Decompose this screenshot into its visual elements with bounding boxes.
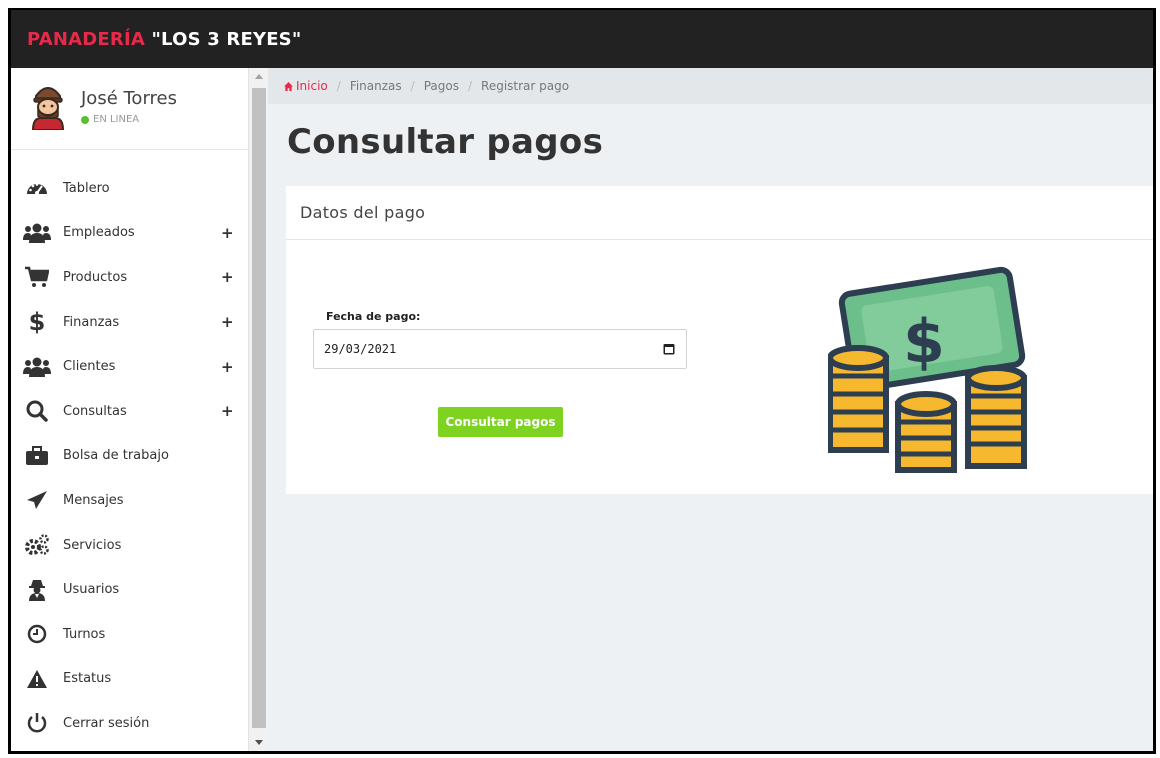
breadcrumb-finanzas[interactable]: Finanzas (350, 79, 402, 93)
coin-stack-right (965, 365, 1027, 469)
gears-icon (23, 533, 51, 557)
panel-header: Datos del pago (286, 186, 1153, 240)
date-field[interactable]: 29/03/2021 (313, 329, 687, 369)
brand-logo[interactable]: PANADERÍA "LOS 3 REYES" (27, 29, 301, 50)
top-navbar: PANADERÍA "LOS 3 REYES" (11, 10, 1153, 68)
scrollbar-thumb[interactable] (252, 88, 266, 728)
expand-icon[interactable]: + (221, 268, 234, 286)
search-icon (23, 399, 51, 423)
breadcrumb-separator: / (467, 79, 473, 93)
sidebar-item-usuarios[interactable]: Usuarios (11, 567, 248, 612)
sidebar-item-label: Estatus (63, 671, 112, 687)
cart-icon (23, 265, 51, 289)
sidebar-item-label: Tablero (63, 180, 110, 196)
sidebar-menu: Tablero Empleados + Productos + $ Finanz… (11, 150, 248, 746)
scroll-up-icon[interactable] (255, 74, 263, 79)
breadcrumb-separator: / (410, 79, 415, 93)
sidebar-item-label: Mensajes (63, 492, 124, 508)
payment-panel: Datos del pago Fecha de pago: 29/03/2021… (286, 186, 1153, 494)
sidebar-item-consultas[interactable]: Consultas + (11, 389, 248, 434)
avatar (31, 87, 65, 130)
consultar-pagos-button[interactable]: Consultar pagos (438, 407, 563, 437)
sidebar-item-label: Consultas (63, 403, 127, 419)
breadcrumb-home-label: Inicio (296, 79, 328, 93)
breadcrumb: Inicio / Finanzas / Pagos / Registrar pa… (268, 68, 1153, 104)
dashboard-icon (23, 176, 51, 200)
main-content: Inicio / Finanzas / Pagos / Registrar pa… (268, 68, 1153, 751)
home-icon (284, 81, 293, 91)
coin-stack-middle (895, 391, 957, 473)
sidebar-item-estatus[interactable]: Estatus (11, 657, 248, 702)
user-panel: José Torres EN LINEA (11, 68, 248, 150)
sidebar-item-productos[interactable]: Productos + (11, 255, 248, 300)
expand-icon[interactable]: + (221, 402, 234, 420)
calendar-icon[interactable] (663, 343, 675, 355)
brand-name: PANADERÍA (27, 28, 145, 50)
sidebar: José Torres EN LINEA Tablero Empleados + (11, 68, 249, 751)
app: PANADERÍA "LOS 3 REYES" José Torres EN L… (11, 10, 1153, 751)
sidebar-item-label: Cerrar sesión (63, 715, 150, 731)
briefcase-icon (23, 444, 51, 468)
sidebar-item-label: Bolsa de trabajo (63, 448, 169, 464)
power-icon (23, 711, 51, 735)
sidebar-item-label: Empleados (63, 225, 135, 241)
sidebar-item-label: Servicios (63, 537, 122, 553)
sidebar-item-tablero[interactable]: Tablero (11, 166, 248, 211)
sidebar-item-mensajes[interactable]: Mensajes (11, 478, 248, 523)
date-value: 29/03/2021 (324, 342, 397, 356)
sidebar-item-cerrar-sesion[interactable]: Cerrar sesión (11, 701, 248, 746)
breadcrumb-home[interactable]: Inicio (284, 79, 328, 93)
expand-icon[interactable]: + (221, 313, 234, 331)
money-illustration: $ (828, 266, 1027, 473)
window-frame: PANADERÍA "LOS 3 REYES" José Torres EN L… (8, 8, 1156, 754)
date-label: Fecha de pago: (326, 310, 421, 323)
sidebar-item-label: Clientes (63, 359, 116, 375)
sidebar-item-label: Turnos (63, 626, 106, 642)
users-icon (23, 355, 51, 379)
page-title: Consultar pagos (287, 122, 604, 162)
sidebar-item-label: Finanzas (63, 314, 120, 330)
sidebar-item-empleados[interactable]: Empleados + (11, 211, 248, 256)
sidebar-item-bolsa-de-trabajo[interactable]: Bolsa de trabajo (11, 434, 248, 479)
sidebar-item-finanzas[interactable]: $ Finanzas + (11, 300, 248, 345)
warning-icon (23, 667, 51, 691)
clock-icon (23, 622, 51, 646)
sidebar-item-servicios[interactable]: Servicios (11, 523, 248, 568)
brand-subtitle: "LOS 3 REYES" (151, 28, 302, 50)
scroll-down-icon[interactable] (255, 740, 263, 745)
online-status-dot (81, 115, 89, 124)
coin-stack-left (828, 345, 889, 453)
paper-plane-icon (23, 488, 51, 512)
sidebar-item-turnos[interactable]: Turnos (11, 612, 248, 657)
sidebar-item-label: Usuarios (63, 582, 120, 598)
svg-text:$: $ (903, 307, 945, 377)
sidebar-item-clientes[interactable]: Clientes + (11, 344, 248, 389)
breadcrumb-separator: / (336, 79, 341, 93)
panel-title: Datos del pago (300, 203, 426, 222)
breadcrumb-current: Registrar pago (481, 79, 570, 93)
expand-icon[interactable]: + (221, 224, 234, 242)
sidebar-item-label: Productos (63, 269, 128, 285)
user-status: EN LINEA (81, 114, 139, 125)
sidebar-scrollbar[interactable] (250, 68, 268, 751)
user-secret-icon (23, 578, 51, 602)
breadcrumb-pagos[interactable]: Pagos (424, 79, 459, 93)
users-icon (23, 221, 51, 245)
user-status-text: EN LINEA (93, 114, 140, 125)
expand-icon[interactable]: + (221, 358, 234, 376)
user-name: José Torres (81, 88, 177, 109)
dollar-icon: $ (28, 308, 46, 337)
